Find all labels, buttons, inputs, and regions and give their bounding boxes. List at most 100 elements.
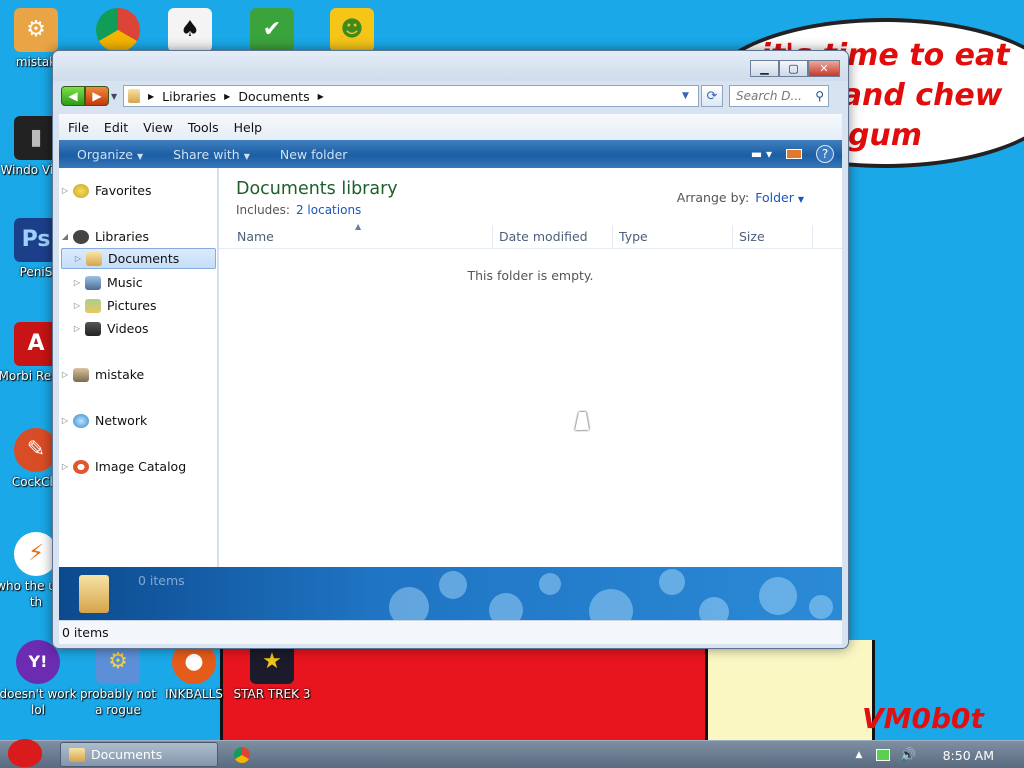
start-button[interactable] [2,737,48,768]
volume-icon[interactable]: 🔊 [900,748,916,763]
nav-item-pictures[interactable]: ▷ Pictures [59,295,216,316]
search-box[interactable]: Search D... ⚲ [729,85,829,107]
expand-arrow-icon[interactable]: ▷ [59,186,71,195]
nav-item-network[interactable]: ▷ Network [59,410,216,431]
status-bar: 0 items [59,620,842,644]
libraries-icon [73,229,89,244]
nav-item-videos[interactable]: ▷ Videos [59,318,216,339]
decorative-bokeh [389,587,429,620]
documents-icon [86,251,102,266]
desktop-icon-label: doesn't work lol [0,687,77,717]
column-header-type[interactable]: Type [613,225,733,249]
angry-bird-icon [8,739,42,767]
file-list-pane: Documents library Includes: 2 locations A… [219,168,842,567]
desktop-icon-angry-birds[interactable]: ☻ [312,8,392,54]
expand-arrow-icon[interactable]: ▷ [71,324,83,333]
chevron-down-icon: ▼ [243,151,250,161]
desktop-icon-rogue[interactable]: ⚙ probably not a rogue [78,640,158,718]
new-folder-button[interactable]: New folder [280,147,348,162]
network-status-icon[interactable] [876,749,891,761]
desktop-icon-solitaire[interactable]: ♠ [150,8,230,54]
title-bar[interactable]: ▁ ▢ ✕ [53,51,848,81]
expand-arrow-icon[interactable]: ▷ [71,278,83,287]
search-placeholder: Search D... [736,89,802,103]
documents-icon [69,747,85,762]
menu-file[interactable]: File [68,120,89,135]
organize-button[interactable]: Organize ▼ [77,147,143,162]
breadcrumb-libraries[interactable]: Libraries [162,89,216,104]
chevron-down-icon: ▼ [137,151,144,161]
change-view-icon[interactable]: ▬ ▾ [751,147,772,161]
clock[interactable]: 8:50 AM [943,748,994,763]
maximize-button[interactable]: ▢ [779,60,808,77]
breadcrumb-separator-icon[interactable]: ▶ [318,92,324,101]
desktop-icon-yahoo[interactable]: Y! doesn't work lol [0,640,78,718]
menu-help[interactable]: Help [234,120,263,135]
library-title: Documents library [236,179,398,199]
search-icon[interactable]: ⚲ [815,89,824,103]
show-hidden-icons-icon[interactable]: ▲ [856,750,863,760]
decorative-bokeh [539,573,561,595]
address-history-dropdown[interactable]: ▼ [682,91,698,101]
desktop-icon-security[interactable]: ✔ [232,8,312,54]
desktop-icon-label: probably not a rogue [79,687,157,717]
expand-arrow-icon[interactable]: ▷ [72,254,84,263]
column-header-name[interactable]: Name [231,225,493,249]
arrange-by-dropdown[interactable]: Folder ▼ [755,190,804,205]
expand-arrow-icon[interactable]: ▷ [59,462,71,471]
nav-item-image-catalog[interactable]: ▷ Image Catalog [59,456,216,477]
expand-arrow-icon[interactable]: ▷ [71,301,83,310]
column-header-size[interactable]: Size [733,225,813,249]
help-icon[interactable]: ? [816,145,834,163]
chevron-down-icon: ▼ [797,195,804,204]
explorer-window: ▁ ▢ ✕ ◀ ▶ ▼ ▶ Libraries ▶ Documents ▶ ▼ … [52,50,849,649]
decorative-bokeh [759,577,797,615]
nav-item-music[interactable]: ▷ Music [59,272,216,293]
arrange-by: Arrange by: Folder ▼ [676,190,804,205]
desktop-icon-chrome[interactable] [78,8,158,54]
user-folder-icon [73,367,89,382]
setup-icon: ⚙ [14,8,58,52]
nav-item-libraries[interactable]: ◢ Libraries [59,226,216,247]
desktop-icon-star-trek[interactable]: ★ STAR TREK 3 [232,640,312,702]
image-catalog-icon [73,459,89,474]
status-item-count: 0 items [62,625,109,640]
music-icon [85,275,101,290]
forward-button[interactable]: ▶ [85,86,109,106]
locations-link[interactable]: 2 locations [296,203,361,217]
details-item-count: 0 items [138,573,185,588]
column-header-date-modified[interactable]: Date modified [493,225,613,249]
watermark-text: VM0b0t [862,702,984,735]
taskbar-chrome-icon[interactable] [234,747,250,763]
back-button[interactable]: ◀ [61,86,85,106]
minimize-button[interactable]: ▁ [750,60,779,77]
menu-view[interactable]: View [143,120,173,135]
menu-bar: File Edit View Tools Help [59,114,842,140]
taskbar-button-documents[interactable]: Documents [60,742,218,767]
share-with-button[interactable]: Share with ▼ [173,147,250,162]
menu-edit[interactable]: Edit [104,120,128,135]
nav-item-documents[interactable]: ▷ Documents [61,248,216,269]
decorative-bokeh [809,595,833,619]
collapse-arrow-icon[interactable]: ◢ [59,232,71,241]
expand-arrow-icon[interactable]: ▷ [59,416,71,425]
decorative-bokeh [699,597,729,620]
nav-item-mistake[interactable]: ▷ mistake [59,364,216,385]
recent-pages-dropdown[interactable]: ▼ [111,92,121,101]
network-icon [73,413,89,428]
details-pane: 0 items [59,567,842,620]
address-bar[interactable]: ▶ Libraries ▶ Documents ▶ ▼ [123,85,699,107]
mouse-cursor-icon [575,412,593,430]
menu-tools[interactable]: Tools [188,120,219,135]
navigation-bar: ◀ ▶ ▼ ▶ Libraries ▶ Documents ▶ ▼ ⟳ Sear… [61,83,842,109]
close-button[interactable]: ✕ [808,60,840,77]
desktop-icon-inkballs[interactable]: ● INKBALLS [154,640,234,702]
refresh-button[interactable]: ⟳ [701,85,723,107]
nav-item-favorites[interactable]: ▷ Favorites [59,180,216,201]
breadcrumb-separator-icon[interactable]: ▶ [148,92,154,101]
breadcrumb-separator-icon[interactable]: ▶ [224,92,230,101]
shield-check-icon: ✔ [250,8,294,52]
breadcrumb-documents[interactable]: Documents [238,89,309,104]
preview-pane-icon[interactable] [786,149,802,159]
expand-arrow-icon[interactable]: ▷ [59,370,71,379]
